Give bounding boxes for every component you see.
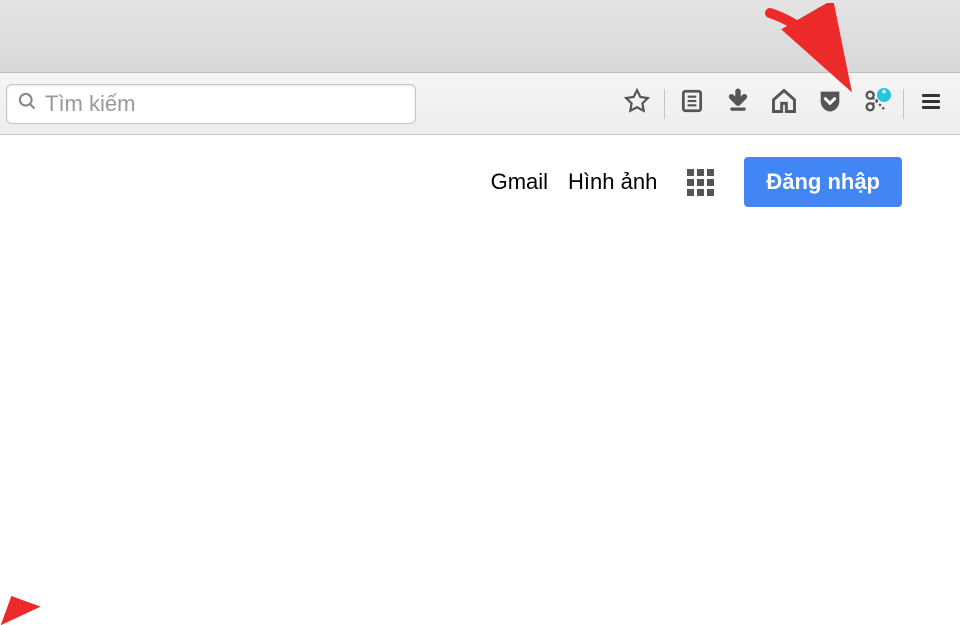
star-icon xyxy=(624,88,650,119)
search-box[interactable] xyxy=(6,84,416,124)
pocket-icon xyxy=(816,87,844,120)
home-icon xyxy=(770,87,798,120)
reading-list-icon xyxy=(679,88,705,119)
search-icon xyxy=(17,91,37,116)
gmail-link[interactable]: Gmail xyxy=(491,169,548,195)
google-apps-button[interactable] xyxy=(687,169,714,196)
downloads-button[interactable] xyxy=(715,81,761,127)
sign-in-button[interactable]: Đăng nhập xyxy=(744,157,902,207)
toolbar-divider xyxy=(664,89,665,119)
page-content: Gmail Hình ảnh Đăng nhập xyxy=(0,135,960,613)
images-link[interactable]: Hình ảnh xyxy=(568,169,657,195)
google-top-nav: Gmail Hình ảnh Đăng nhập xyxy=(0,135,960,207)
apps-grid-icon xyxy=(687,169,694,176)
pocket-button[interactable] xyxy=(807,81,853,127)
download-icon xyxy=(725,88,751,119)
hamburger-menu-icon xyxy=(919,89,943,118)
notification-badge: * xyxy=(877,88,891,102)
search-input[interactable] xyxy=(45,91,405,117)
browser-toolbar: * xyxy=(0,73,960,135)
toolbar-divider xyxy=(903,89,904,119)
window-titlebar xyxy=(0,0,960,73)
home-button[interactable] xyxy=(761,81,807,127)
screenshot-extension-button[interactable]: * xyxy=(853,81,899,127)
main-menu-button[interactable] xyxy=(908,81,954,127)
reading-list-button[interactable] xyxy=(669,81,715,127)
bookmark-star-button[interactable] xyxy=(614,81,660,127)
